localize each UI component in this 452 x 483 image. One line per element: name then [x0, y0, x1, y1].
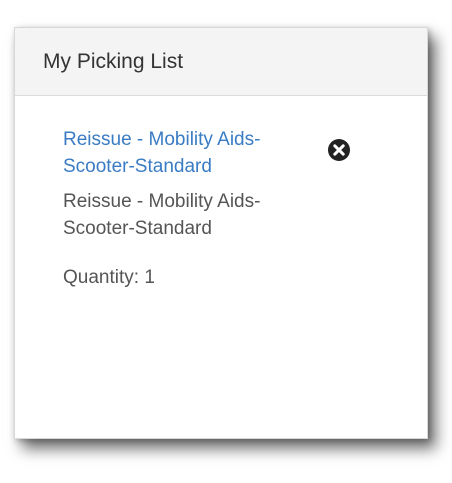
- panel-header: My Picking List: [15, 28, 427, 96]
- close-circle-icon: [328, 139, 350, 161]
- picking-list-panel: My Picking List Reissue - Mobility Aids-…: [14, 27, 428, 439]
- item-quantity: Quantity: 1: [63, 267, 155, 288]
- remove-item-button[interactable]: [327, 138, 351, 162]
- panel-title: My Picking List: [43, 49, 184, 73]
- item-title-link[interactable]: Reissue - Mobility Aids-Scooter-Standard: [63, 126, 263, 180]
- panel-body: Reissue - Mobility Aids-Scooter-Standard…: [15, 96, 427, 291]
- item-description: Reissue - Mobility Aids-Scooter-Standard: [63, 191, 261, 239]
- page: My Picking List Reissue - Mobility Aids-…: [0, 0, 452, 483]
